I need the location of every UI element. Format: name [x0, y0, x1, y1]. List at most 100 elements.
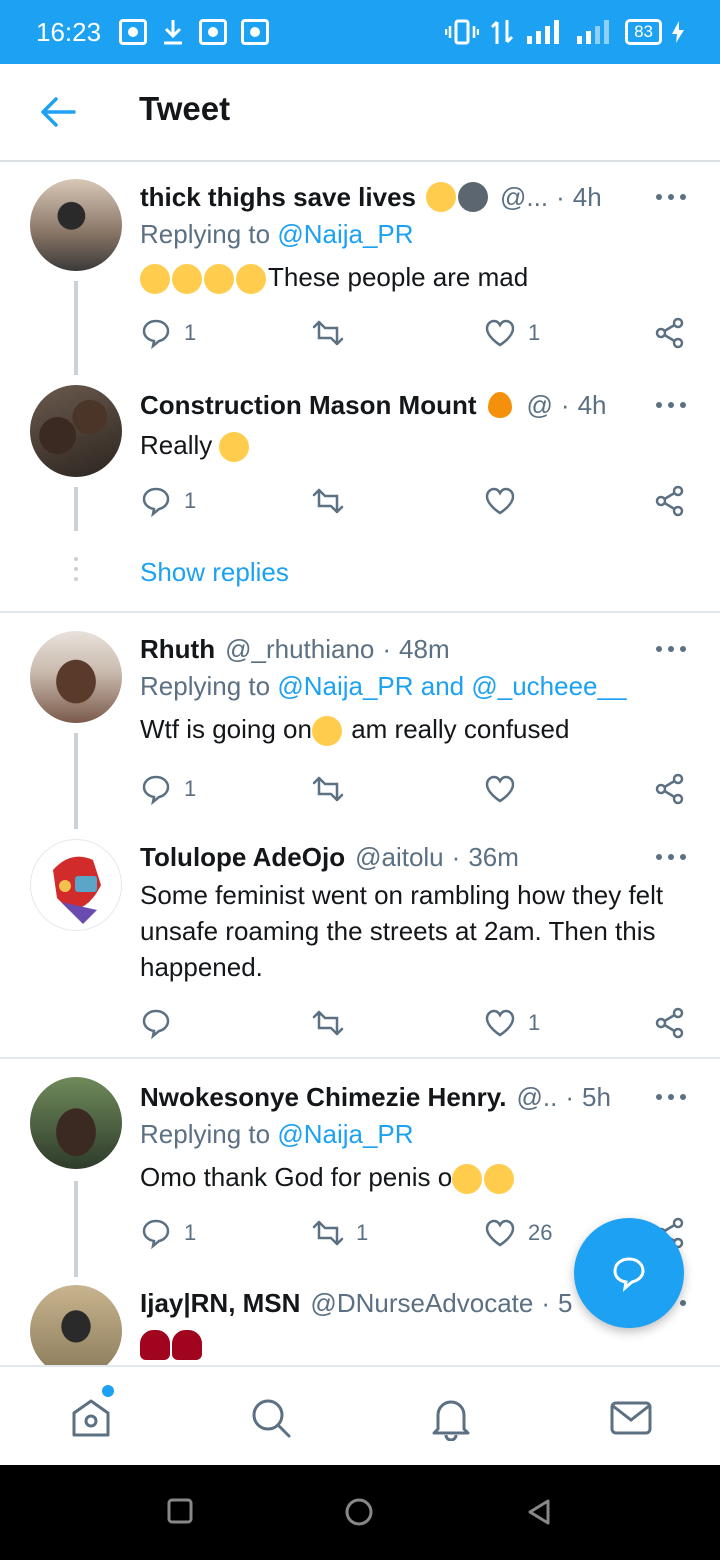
compose-reply-icon	[613, 1257, 645, 1292]
avatar[interactable]	[30, 631, 122, 723]
more-options-icon[interactable]	[656, 189, 686, 205]
tweet-header: Nwokesonye Chimezie Henry. @.. · 5h	[140, 1079, 640, 1115]
more-options-icon[interactable]	[656, 641, 686, 657]
user-name[interactable]: Ijay|RN, MSN	[140, 1288, 300, 1319]
retweet-button[interactable]	[312, 313, 356, 353]
user-name[interactable]: Tolulope AdeOjo	[140, 842, 345, 873]
reply-button[interactable]	[140, 1003, 184, 1043]
recent-apps-icon[interactable]	[166, 1497, 194, 1525]
reply-count: 1	[184, 320, 197, 345]
share-icon	[655, 485, 684, 517]
avatar[interactable]	[30, 385, 122, 477]
reply-button[interactable]: 1	[140, 313, 196, 353]
rolling-laughing-emoji-icon	[140, 264, 170, 295]
retweet-button[interactable]	[312, 481, 356, 521]
slightly-smiling-emoji-icon	[426, 182, 457, 212]
tweet-actions: 1	[140, 1003, 690, 1043]
separator-dot: ·	[565, 1081, 575, 1112]
avatar[interactable]	[30, 1285, 122, 1365]
avatar[interactable]	[30, 839, 122, 931]
heart-icon	[485, 1009, 515, 1037]
show-replies-link[interactable]: Show replies	[140, 557, 289, 588]
like-button[interactable]	[484, 769, 528, 809]
separator-dot: ·	[556, 181, 565, 212]
tweet-body: Really	[140, 430, 213, 460]
thread-dots	[74, 557, 78, 587]
share-button[interactable]	[654, 769, 698, 809]
reply-button[interactable]: 1	[140, 769, 196, 809]
facepalm-emoji-icon	[172, 1330, 202, 1361]
share-button[interactable]	[654, 481, 698, 521]
user-handle: @..	[516, 1081, 558, 1112]
like-button[interactable]: 1	[484, 1003, 540, 1043]
arrow-left-icon[interactable]	[38, 94, 78, 130]
separator-dot: ·	[451, 841, 461, 872]
like-count: 1	[528, 1010, 541, 1035]
user-name[interactable]: Construction Mason Mount	[140, 390, 477, 421]
replying-to: Replying to @Naija_PR and @_ucheee__	[140, 671, 626, 702]
share-icon	[655, 773, 684, 805]
tears-of-joy-emoji-icon	[484, 1164, 515, 1195]
like-button[interactable]	[484, 481, 528, 521]
heart-icon	[485, 1219, 515, 1247]
like-count: 1	[528, 320, 541, 345]
mail-icon[interactable]	[608, 1395, 654, 1441]
retweet-button[interactable]: 1	[312, 1213, 368, 1253]
replying-to: Replying to @Naija_PR	[140, 219, 414, 250]
reply-button[interactable]: 1	[140, 1213, 196, 1253]
search-icon[interactable]	[248, 1395, 294, 1441]
tweet-text: Some feminist went on rambling how they …	[140, 877, 680, 985]
share-icon	[655, 1007, 684, 1039]
tweet-text: Really	[140, 427, 680, 463]
compose-reply-button[interactable]	[574, 1218, 684, 1328]
retweet-button[interactable]	[312, 769, 356, 809]
retweet-count: 1	[356, 1220, 369, 1245]
tweet-header: Construction Mason Mount @ · 4h	[140, 387, 640, 423]
tweet-replies-feed[interactable]: thick thighs save lives @... · 4h Replyi…	[0, 163, 720, 1365]
mention-link[interactable]: @Naija_PR and @_ucheee__	[277, 671, 626, 701]
retweet-icon	[312, 320, 344, 346]
signal-icon-2	[577, 20, 610, 44]
home-icon[interactable]	[68, 1395, 114, 1441]
home-button-icon[interactable]	[344, 1497, 374, 1527]
tweet-text	[140, 1325, 680, 1361]
more-options-icon[interactable]	[656, 397, 686, 413]
share-button[interactable]	[654, 1003, 698, 1043]
tweet-actions: 1 1	[140, 313, 690, 353]
more-options-icon[interactable]	[656, 1089, 686, 1105]
more-options-icon[interactable]	[656, 849, 686, 865]
charging-icon	[672, 21, 684, 43]
tweet-text: Omo thank God for penis o	[140, 1159, 680, 1195]
user-name[interactable]: Nwokesonye Chimezie Henry.	[140, 1082, 507, 1113]
notification-icons	[119, 18, 270, 46]
retweet-button[interactable]	[312, 1003, 356, 1043]
comment-icon	[142, 487, 170, 517]
like-button[interactable]: 26	[484, 1213, 552, 1253]
mention-link[interactable]: @Naija_PR	[277, 1119, 413, 1149]
tweet-header: thick thighs save lives @... · 4h	[140, 179, 640, 215]
tweet-body-end: am really confused	[343, 714, 570, 744]
like-button[interactable]: 1	[484, 313, 540, 353]
share-icon	[655, 317, 684, 349]
tweet-actions: 1	[140, 481, 690, 521]
mention-link[interactable]: @Naija_PR	[277, 219, 413, 249]
tweet-header: Tolulope AdeOjo @aitolu · 36m	[140, 839, 640, 875]
user-name[interactable]: Rhuth	[140, 634, 215, 665]
avatar[interactable]	[30, 179, 122, 271]
back-triangle-icon[interactable]	[524, 1497, 554, 1527]
tweet-time: 48m	[399, 633, 450, 664]
reply-button[interactable]: 1	[140, 481, 196, 521]
user-handle: @aitolu	[355, 841, 444, 872]
user-name[interactable]: thick thighs save lives	[140, 182, 416, 213]
avatar[interactable]	[30, 1077, 122, 1169]
bell-icon[interactable]	[428, 1395, 474, 1441]
robot-avatar-illustration	[53, 856, 101, 924]
heart-icon	[485, 319, 515, 347]
new-moon-face-emoji-icon	[458, 182, 489, 212]
raised-eyebrow-emoji-icon	[311, 716, 342, 747]
retweet-icon	[312, 1010, 344, 1036]
share-button[interactable]	[654, 313, 698, 353]
comment-icon	[142, 1219, 170, 1249]
app-notification-icon	[241, 19, 270, 45]
comment-icon	[142, 775, 170, 805]
